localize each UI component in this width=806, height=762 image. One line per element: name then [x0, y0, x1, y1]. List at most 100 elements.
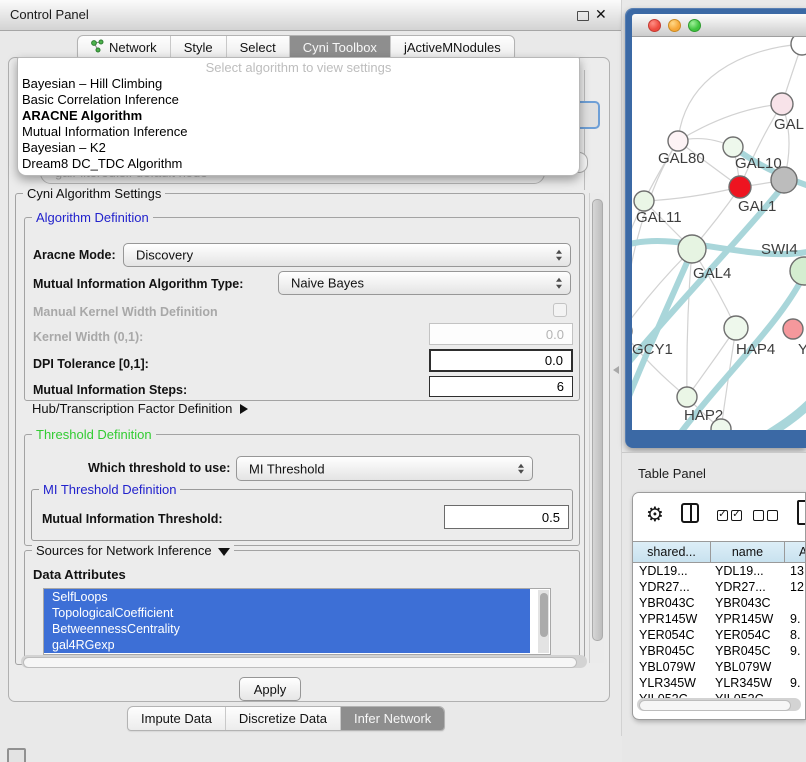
file-icon[interactable]	[797, 500, 806, 525]
algorithm-dropdown-popup: Select algorithm to view settings Bayesi…	[17, 57, 580, 176]
table-column-header[interactable]: name	[711, 542, 785, 562]
table-hscrollbar-thumb[interactable]	[639, 700, 791, 711]
aracne-mode-select[interactable]: Discovery	[123, 243, 571, 267]
network-node[interactable]	[729, 176, 751, 198]
table-panel-title: Table Panel	[638, 466, 706, 481]
table-row[interactable]: YBR043C YBR043C	[633, 595, 806, 611]
network-canvas[interactable]: GALGAL80GAL10GAL1GAL11GAL4SWI4GCY1HAP4YH…	[632, 37, 806, 430]
attribute-list-item[interactable]: gal4RGexp	[44, 637, 530, 653]
zoom-traffic-light-icon[interactable]	[688, 19, 701, 32]
cell-name: YBL079W	[711, 659, 785, 675]
settings-scrollbar[interactable]	[589, 193, 604, 663]
network-node[interactable]	[668, 131, 688, 151]
cell-name: YDL19...	[711, 563, 785, 579]
kernel-width-field[interactable]: 0.0	[429, 323, 573, 345]
deselect-all-checkboxes-icon[interactable]	[753, 510, 778, 521]
bottom-tab[interactable]: Infer Network	[340, 707, 444, 730]
algorithm-option[interactable]: Bayesian – K2	[18, 140, 579, 156]
control-panel-tab[interactable]: Style	[170, 36, 226, 59]
control-panel-tab[interactable]: Select	[226, 36, 289, 59]
which-threshold-select[interactable]: MI Threshold	[236, 456, 533, 481]
cell-name: YBR045C	[711, 643, 785, 659]
aracne-mode-value: Discovery	[136, 248, 193, 263]
network-icon	[91, 39, 104, 56]
bottom-tab[interactable]: Impute Data	[128, 707, 225, 730]
list-scrollbar[interactable]	[538, 590, 549, 653]
network-node[interactable]	[790, 257, 806, 285]
table-column-header[interactable]: A	[785, 542, 806, 562]
tab-label: Style	[184, 40, 213, 55]
mi-algorithm-type-select[interactable]: Naive Bayes	[278, 271, 571, 295]
control-panel-tab[interactable]: jActiveMNodules	[390, 36, 514, 59]
apply-button[interactable]: Apply	[239, 677, 301, 701]
mi-steps-value: 6	[557, 379, 564, 394]
manual-kernel-width-checkbox[interactable]	[553, 303, 567, 317]
mi-steps-label: Mutual Information Steps:	[33, 383, 187, 397]
close-traffic-light-icon[interactable]	[648, 19, 661, 32]
control-panel-tab[interactable]: Cyni Toolbox	[289, 36, 390, 59]
mi-algorithm-type-label: Mutual Information Algorithm Type:	[33, 277, 243, 291]
float-window-icon[interactable]	[577, 11, 589, 21]
gear-icon[interactable]: ⚙	[646, 502, 664, 527]
network-node[interactable]	[634, 191, 654, 211]
list-scrollbar-thumb[interactable]	[540, 593, 548, 637]
tab-label: Infer Network	[354, 711, 431, 726]
dpi-tolerance-field[interactable]: 0.0	[429, 349, 573, 372]
settings-scrollbar-thumb[interactable]	[592, 199, 603, 641]
cell-shared-name: YDL19...	[633, 563, 711, 579]
algorithm-option[interactable]: Mutual Information Inference	[18, 124, 579, 140]
table-row[interactable]: YDL19... YDL19... 13	[633, 563, 806, 579]
cyni-algorithm-settings-title: Cyni Algorithm Settings	[23, 186, 165, 201]
attribute-list-item[interactable]: TopologicalCoefficient	[44, 605, 530, 621]
settings-hscrollbar-thumb[interactable]	[23, 657, 577, 668]
minimize-traffic-light-icon[interactable]	[668, 19, 681, 32]
algorithm-option[interactable]: ARACNE Algorithm	[18, 108, 579, 124]
table-row[interactable]: YER054C YER054C 8.	[633, 627, 806, 643]
table-column-header[interactable]: shared...	[633, 542, 711, 562]
data-attributes-list[interactable]: SelfLoopsTopologicalCoefficientBetweenne…	[43, 588, 551, 655]
control-panel-titlebar: Control Panel ✕	[0, 0, 621, 31]
splitter-handle-icon[interactable]	[613, 366, 619, 374]
network-node[interactable]	[783, 319, 803, 339]
table-row[interactable]: YDR27... YDR27... 12	[633, 579, 806, 595]
algorithm-option[interactable]: Dream8 DC_TDC Algorithm	[18, 156, 579, 172]
minimized-panel-icon[interactable]	[7, 748, 26, 762]
hub-definition-toggle[interactable]: Hub/Transcription Factor Definition	[32, 401, 248, 416]
cell-name: YLR345W	[711, 675, 785, 691]
attribute-list-item[interactable]: BetweennessCentrality	[44, 621, 530, 637]
settings-hscrollbar[interactable]	[21, 655, 587, 668]
mi-steps-field[interactable]: 6	[429, 376, 573, 397]
cell-value: 13	[785, 563, 806, 579]
cell-shared-name: YBR043C	[633, 595, 711, 611]
algorithm-option[interactable]: Basic Correlation Inference	[18, 92, 579, 108]
table-hscrollbar[interactable]	[637, 698, 801, 711]
select-all-checkboxes-icon[interactable]: ✓✓	[717, 510, 742, 521]
network-node[interactable]	[677, 387, 697, 407]
mi-threshold-group: MI Threshold Definition Mutual Informati…	[31, 489, 573, 541]
cell-value: 9.	[785, 611, 806, 627]
network-node-label: GAL4	[693, 265, 731, 282]
network-node[interactable]	[724, 316, 748, 340]
table-row[interactable]: YPR145W YPR145W 9.	[633, 611, 806, 627]
attribute-list-item[interactable]: SelfLoops	[44, 589, 530, 605]
network-node-label: GAL11	[636, 209, 682, 226]
sources-title[interactable]: Sources for Network Inference	[32, 543, 234, 558]
close-icon[interactable]: ✕	[595, 6, 607, 23]
split-columns-icon[interactable]	[681, 503, 699, 523]
tab-label: jActiveMNodules	[404, 40, 501, 55]
network-node[interactable]	[771, 167, 797, 193]
table-row[interactable]: YBR045C YBR045C 9.	[633, 643, 806, 659]
control-panel-tab[interactable]: Network	[78, 36, 170, 59]
algorithm-definition-group: Algorithm Definition Aracne Mode: Discov…	[24, 217, 580, 401]
spinner-arrows-icon	[556, 278, 562, 289]
mi-threshold-field[interactable]: 0.5	[444, 505, 569, 529]
tab-label: Select	[240, 40, 276, 55]
network-node[interactable]	[723, 137, 743, 157]
algorithm-option[interactable]: Bayesian – Hill Climbing	[18, 76, 579, 92]
table-row[interactable]: YLR345W YLR345W 9.	[633, 675, 806, 691]
network-node[interactable]	[678, 235, 706, 263]
bottom-tab[interactable]: Discretize Data	[225, 707, 340, 730]
network-node[interactable]	[771, 93, 793, 115]
network-node[interactable]	[791, 37, 806, 55]
table-row[interactable]: YBL079W YBL079W	[633, 659, 806, 675]
